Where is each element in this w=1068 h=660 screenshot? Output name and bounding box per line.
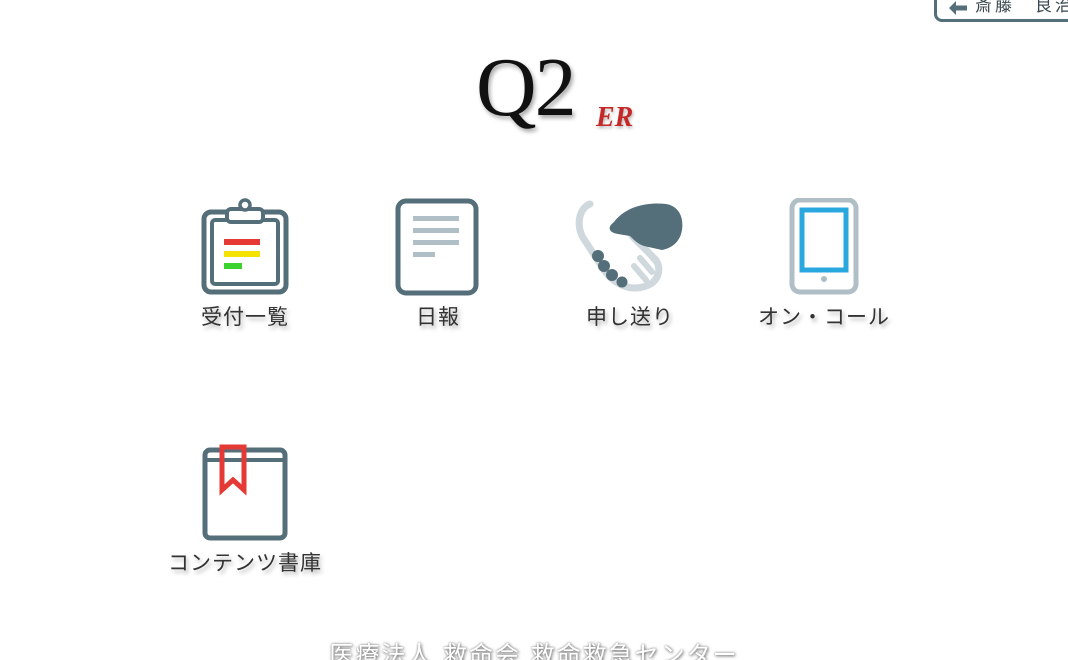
menu-tile-label: 日報 bbox=[416, 305, 460, 329]
menu-tile-label: 申し送り bbox=[586, 305, 674, 329]
user-logout-button[interactable]: 斎藤 良治 bbox=[934, 0, 1068, 22]
menu-tile-reception-list[interactable]: 受付一覧 bbox=[155, 198, 335, 348]
user-name: 斎藤 良治 bbox=[975, 0, 1068, 16]
menu-tile-on-call[interactable]: オン・コール bbox=[734, 197, 914, 348]
menu-tile-content-library[interactable]: コンテンツ書庫 bbox=[155, 444, 335, 594]
menu-tile-label: 受付一覧 bbox=[201, 305, 289, 329]
clipboard-icon bbox=[200, 198, 290, 302]
logo-main-text: Q2 bbox=[476, 41, 577, 134]
organization-name: 医療法人 救命会 救命救急センター bbox=[329, 641, 739, 660]
menu-tile-label: オン・コール bbox=[758, 305, 890, 329]
app-logo: Q2 ER bbox=[0, 46, 1068, 146]
handshake-icon bbox=[574, 198, 686, 302]
document-icon bbox=[393, 198, 483, 302]
smartphone-icon bbox=[789, 197, 859, 302]
arrow-left-icon bbox=[949, 1, 967, 15]
menu-tile-handover[interactable]: 申し送り bbox=[540, 198, 720, 348]
logo-sub-text: ER bbox=[596, 102, 634, 133]
home-page: 斎藤 良治 Q2 ER 受付一覧 日報 申し送り オン・コール コンテンツ書庫 … bbox=[0, 0, 1068, 660]
menu-tile-label: コンテンツ書庫 bbox=[168, 551, 322, 575]
menu-tile-daily-report[interactable]: 日報 bbox=[348, 198, 528, 348]
book-icon bbox=[200, 444, 290, 548]
